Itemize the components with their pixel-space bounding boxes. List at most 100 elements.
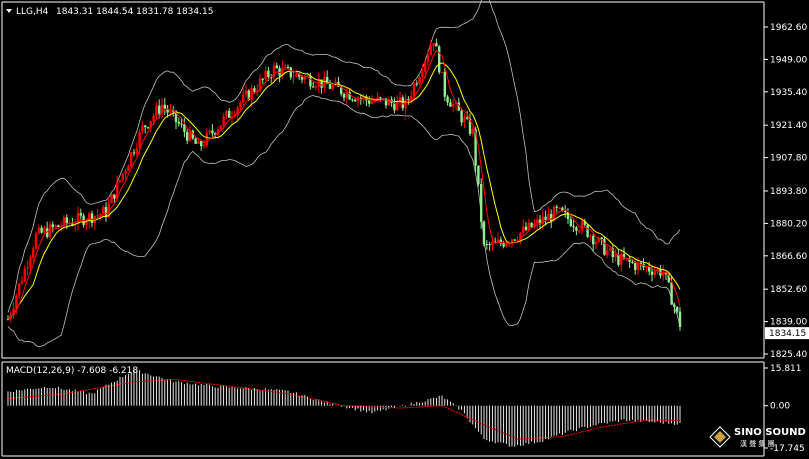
candle-body-129 (368, 100, 371, 104)
candle-body-110 (314, 86, 318, 88)
candle-body-238 (673, 304, 676, 307)
ohlc-values: 1843.31 1844.54 1831.78 1834.15 (56, 7, 213, 17)
candle-body-85 (244, 90, 248, 95)
candle-body-139 (396, 100, 399, 111)
candle-body-159 (452, 104, 455, 107)
candle-body-17 (54, 225, 57, 228)
candle-body-69 (200, 141, 203, 147)
candle-body-73 (211, 130, 214, 134)
candle-body-18 (57, 225, 60, 227)
price-tick-label-9: 1839.00 (770, 318, 807, 328)
candle-body-88 (253, 88, 256, 92)
candle-body-103 (295, 73, 298, 77)
candle-body-70 (202, 145, 206, 147)
candle-body-166 (471, 129, 474, 134)
candle-body-95 (272, 65, 276, 78)
candle-body-115 (328, 84, 332, 89)
candle-body-153 (435, 43, 438, 47)
candle-body-77 (222, 116, 225, 126)
candle-body-26 (79, 213, 82, 216)
candle-body-5 (20, 281, 24, 284)
candle-body-133 (379, 97, 382, 99)
candle-body-120 (342, 94, 346, 98)
price-tick-label-3: 1921.40 (770, 121, 807, 131)
candle-body-156 (443, 71, 446, 97)
candle-body-175 (496, 239, 500, 242)
candle-body-53 (155, 105, 158, 116)
candle-body-173 (491, 241, 494, 246)
candle-body-240 (678, 311, 682, 327)
candle-body-224 (634, 262, 637, 271)
candle-body-35 (104, 207, 108, 217)
candle-body-43 (127, 165, 130, 171)
candle-body-187 (530, 222, 533, 228)
candle-body-164 (466, 117, 469, 119)
candle-body-141 (401, 97, 404, 109)
candle-body-101 (289, 67, 292, 78)
candle-body-130 (370, 101, 374, 104)
candle-body-231 (653, 271, 656, 275)
candle-body-67 (194, 138, 197, 144)
candle-body-147 (418, 77, 421, 84)
price-tick-label-2: 1935.40 (770, 88, 807, 98)
candle-body-140 (398, 97, 402, 101)
candle-body-6 (23, 268, 26, 282)
candle-body-44 (130, 152, 133, 166)
candle-body-64 (186, 131, 189, 141)
candle-body-50 (146, 127, 150, 129)
candle-body-202 (572, 226, 575, 228)
candle-body-121 (345, 92, 348, 98)
candle-body-149 (424, 61, 427, 72)
candle-body-40 (118, 179, 122, 182)
candle-body-155 (440, 71, 444, 73)
candle-body-239 (676, 306, 679, 312)
candle-body-96 (275, 65, 278, 69)
candle-body-170 (482, 221, 486, 244)
candle-body-78 (225, 110, 228, 117)
price-tick-label-1: 1949.00 (770, 55, 807, 65)
price-tick-label-10: 1825.40 (770, 350, 807, 360)
candle-body-199 (564, 210, 567, 213)
candle-body-123 (351, 99, 354, 101)
price-tick-label-8: 1852.60 (770, 285, 807, 295)
candle-body-54 (158, 105, 161, 114)
candle-body-109 (312, 86, 315, 88)
candle-body-181 (513, 239, 516, 241)
candle-body-3 (15, 295, 18, 309)
price-tick-label-4: 1907.80 (770, 154, 807, 164)
candle-body-45 (132, 152, 136, 154)
macd-label: MACD(12,26,9) -7.608 -6.218 (6, 366, 138, 376)
candle-body-8 (29, 257, 32, 268)
symbol-label: LLG,H4 (16, 7, 49, 17)
candle-body-32 (96, 214, 99, 216)
candle-body-178 (505, 243, 508, 247)
candle-body-68 (197, 141, 200, 144)
candle-body-154 (438, 46, 441, 73)
trading-chart[interactable]: LLG,H4 1843.31 1844.54 1831.78 1834.15 1… (0, 0, 809, 459)
candle-body-184 (522, 226, 525, 233)
macd-tick-label-1: 0.00 (770, 402, 790, 412)
candle-body-34 (102, 207, 105, 214)
candle-body-197 (558, 207, 561, 209)
logo-subtitle: 漢 聲 集 團 (740, 439, 775, 448)
candle-body-61 (177, 122, 180, 124)
candle-body-172 (488, 243, 491, 246)
candle-body-213 (603, 239, 606, 255)
candle-body-138 (393, 103, 396, 111)
candle-body-214 (606, 250, 609, 255)
price-tick-label-5: 1893.80 (770, 187, 807, 197)
candle-body-113 (323, 76, 326, 88)
candle-body-237 (670, 282, 673, 305)
candle-body-223 (631, 261, 634, 263)
candle-body-171 (485, 243, 488, 245)
macd-tick-label-0: 15.811 (770, 364, 802, 374)
candle-body-230 (650, 271, 654, 275)
candle-body-48 (141, 125, 144, 132)
candle-body-71 (205, 132, 208, 146)
candle-body-152 (432, 43, 435, 47)
candle-body-228 (645, 267, 648, 269)
candle-body-12 (40, 227, 43, 233)
candle-body-151 (429, 46, 432, 56)
candle-body-201 (569, 219, 572, 227)
candle-body-218 (617, 254, 620, 265)
